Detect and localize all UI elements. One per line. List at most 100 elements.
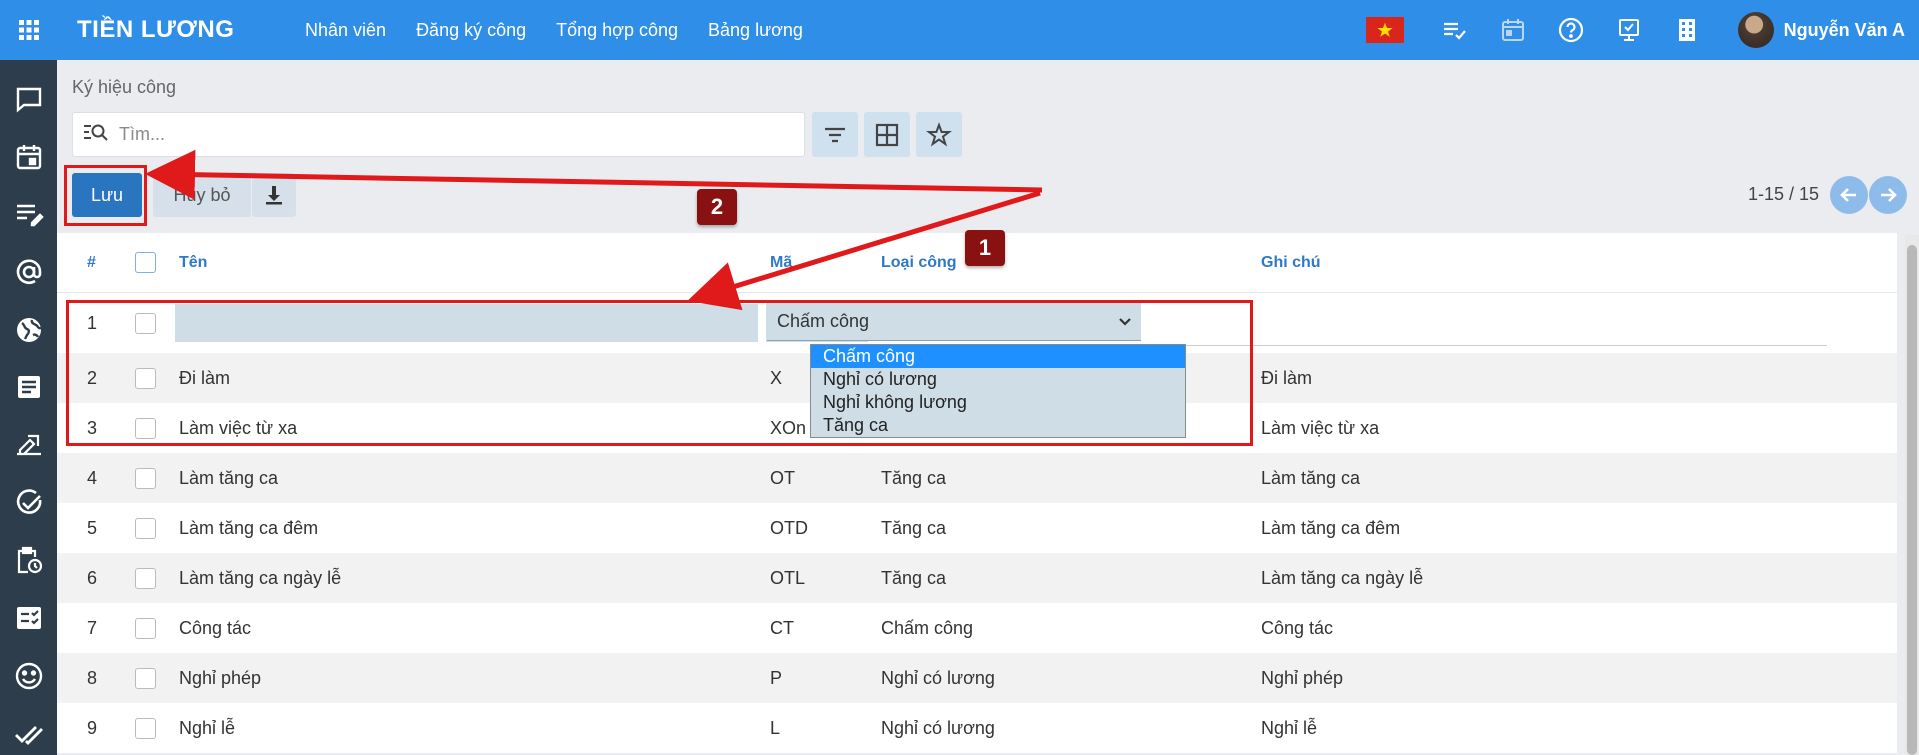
row-checkbox[interactable] [135, 367, 156, 389]
nav-tong-hop-cong[interactable]: Tổng hợp công [556, 20, 678, 41]
table-row[interactable]: 4 Làm tăng ca OT Tăng ca Làm tăng ca [57, 453, 1897, 503]
cell-loai-cong: Chấm công [881, 617, 974, 638]
row-number: 2 [87, 367, 98, 388]
timesheet-symbols-table: # Tên Mã Loại công Ghi chú 1 Chấm công 2… [57, 233, 1897, 753]
step-badge-2: 2 [697, 189, 737, 225]
cancel-button[interactable]: Hủy bỏ [153, 173, 251, 217]
dropdown-option-nghi-co-luong[interactable]: Nghỉ có lương [811, 368, 1185, 391]
search-icon [83, 121, 119, 148]
cell-ten: Làm tăng ca đêm [179, 517, 319, 538]
scrollbar-thumb[interactable] [1907, 245, 1917, 755]
row-checkbox[interactable] [135, 717, 156, 739]
calendar-icon[interactable] [14, 142, 44, 172]
cell-ma: OT [770, 467, 795, 488]
row-number: 9 [87, 717, 98, 738]
dropdown-option-cham-cong[interactable]: Chấm công [811, 345, 1185, 368]
chat-icon[interactable] [14, 84, 44, 114]
breadcrumb[interactable]: Ký hiệu công [72, 77, 176, 98]
smiley-icon[interactable] [14, 661, 44, 691]
sign-icon[interactable] [14, 430, 44, 460]
cell-ten: Nghỉ lễ [179, 717, 236, 738]
notes-icon[interactable] [14, 199, 44, 229]
vietnam-flag-icon[interactable] [1365, 17, 1404, 43]
ten-input[interactable] [175, 304, 758, 342]
top-right-tools: Nguyễn Văn A [1365, 0, 1919, 60]
save-button[interactable]: Lưu [72, 173, 142, 217]
row-number: 3 [87, 417, 98, 438]
cell-ghi-chu: Nghỉ phép [1261, 667, 1344, 688]
loai-cong-select-value: Chấm công [777, 311, 870, 331]
col-ten[interactable]: Tên [179, 254, 770, 272]
apps-grid-icon[interactable] [0, 0, 57, 60]
nav-bang-luong[interactable]: Bảng lương [708, 20, 803, 41]
app-title[interactable]: TIỀN LƯƠNG [77, 16, 305, 44]
row-number: 7 [87, 617, 98, 638]
cell-ma: L [770, 717, 781, 738]
avatar[interactable] [1737, 12, 1774, 48]
row-number: 5 [87, 517, 98, 538]
cell-ghi-chu: Đi làm [1261, 367, 1313, 388]
cell-loai-cong: Tăng ca [881, 467, 947, 488]
cell-ma: OTD [770, 517, 808, 538]
row-checkbox[interactable] [135, 467, 156, 489]
cell-ten: Làm việc từ xa [179, 417, 298, 438]
search-input[interactable] [119, 124, 759, 145]
next-page-button[interactable] [1869, 176, 1907, 214]
col-loai-cong[interactable]: Loại công [881, 254, 1261, 272]
dropdown-option-nghi-khong-luong[interactable]: Nghỉ không lương [811, 391, 1185, 414]
top-bar: TIỀN LƯƠNG Nhân viên Đăng ký công Tổng h… [0, 0, 1919, 60]
table-row[interactable]: 7 Công tác CT Chấm công Công tác [57, 603, 1897, 653]
vertical-scrollbar[interactable] [1905, 235, 1919, 755]
row-checkbox[interactable] [135, 417, 156, 439]
building-icon[interactable] [1674, 17, 1700, 43]
prev-page-button[interactable] [1830, 176, 1868, 214]
help-icon[interactable] [1558, 17, 1584, 43]
table-row[interactable]: 8 Nghỉ phép P Nghỉ có lương Nghỉ phép [57, 653, 1897, 703]
nav-nhan-vien[interactable]: Nhân viên [305, 20, 386, 41]
cell-ten: Đi làm [179, 367, 231, 388]
favorites-button[interactable] [916, 112, 962, 157]
col-number: # [87, 253, 96, 271]
search-bar[interactable] [72, 112, 805, 157]
filter-button[interactable] [812, 112, 858, 157]
checklist-icon[interactable] [14, 603, 44, 633]
document-icon[interactable] [14, 372, 44, 402]
task-list-icon[interactable] [1442, 17, 1468, 43]
cell-ghi-chu: Làm tăng ca ngày lễ [1261, 567, 1424, 588]
globe-icon[interactable] [14, 315, 44, 345]
arrow-left-icon [1840, 188, 1856, 202]
download-icon [266, 186, 282, 205]
user-name[interactable]: Nguyễn Văn A [1784, 20, 1905, 41]
nav-dang-ky-cong[interactable]: Đăng ký công [416, 20, 526, 41]
col-ma[interactable]: Mã [770, 254, 881, 272]
cell-ma: OTL [770, 567, 806, 588]
col-ghi-chu[interactable]: Ghi chú [1261, 254, 1891, 272]
approval-icon[interactable] [1616, 17, 1642, 43]
table-row[interactable]: 9 Nghỉ lễ L Nghỉ có lương Nghỉ lễ [57, 703, 1897, 753]
double-check-icon[interactable] [14, 719, 44, 749]
row-checkbox[interactable] [135, 617, 156, 639]
cell-loai-cong: Nghỉ có lương [881, 667, 995, 688]
group-by-button[interactable] [864, 112, 910, 157]
row-checkbox[interactable] [135, 567, 156, 589]
row-checkbox[interactable] [135, 667, 156, 689]
calendar-icon[interactable] [1500, 17, 1526, 43]
dropdown-option-tang-ca[interactable]: Tăng ca [811, 414, 1185, 437]
cell-ghi-chu: Làm tăng ca [1261, 467, 1361, 488]
check-circle-icon[interactable] [14, 488, 44, 518]
row-checkbox[interactable] [135, 517, 156, 539]
cell-ma: CT [770, 617, 794, 638]
row-checkbox[interactable] [135, 312, 156, 334]
sidebar [0, 60, 57, 755]
ghi-chu-input[interactable] [1142, 345, 1827, 346]
loai-cong-select[interactable]: Chấm công [767, 303, 1141, 341]
select-all-checkbox[interactable] [135, 252, 156, 273]
top-nav: Nhân viên Đăng ký công Tổng hợp công Bản… [305, 20, 803, 41]
cell-loai-cong: Tăng ca [881, 517, 947, 538]
download-button[interactable] [252, 173, 296, 217]
at-sign-icon[interactable] [14, 257, 44, 287]
table-row[interactable]: 5 Làm tăng ca đêm OTD Tăng ca Làm tăng c… [57, 503, 1897, 553]
clipboard-clock-icon[interactable] [14, 546, 44, 576]
pager-text: 1-15 / 15 [1747, 184, 1819, 204]
table-row[interactable]: 6 Làm tăng ca ngày lễ OTL Tăng ca Làm tă… [57, 553, 1897, 603]
